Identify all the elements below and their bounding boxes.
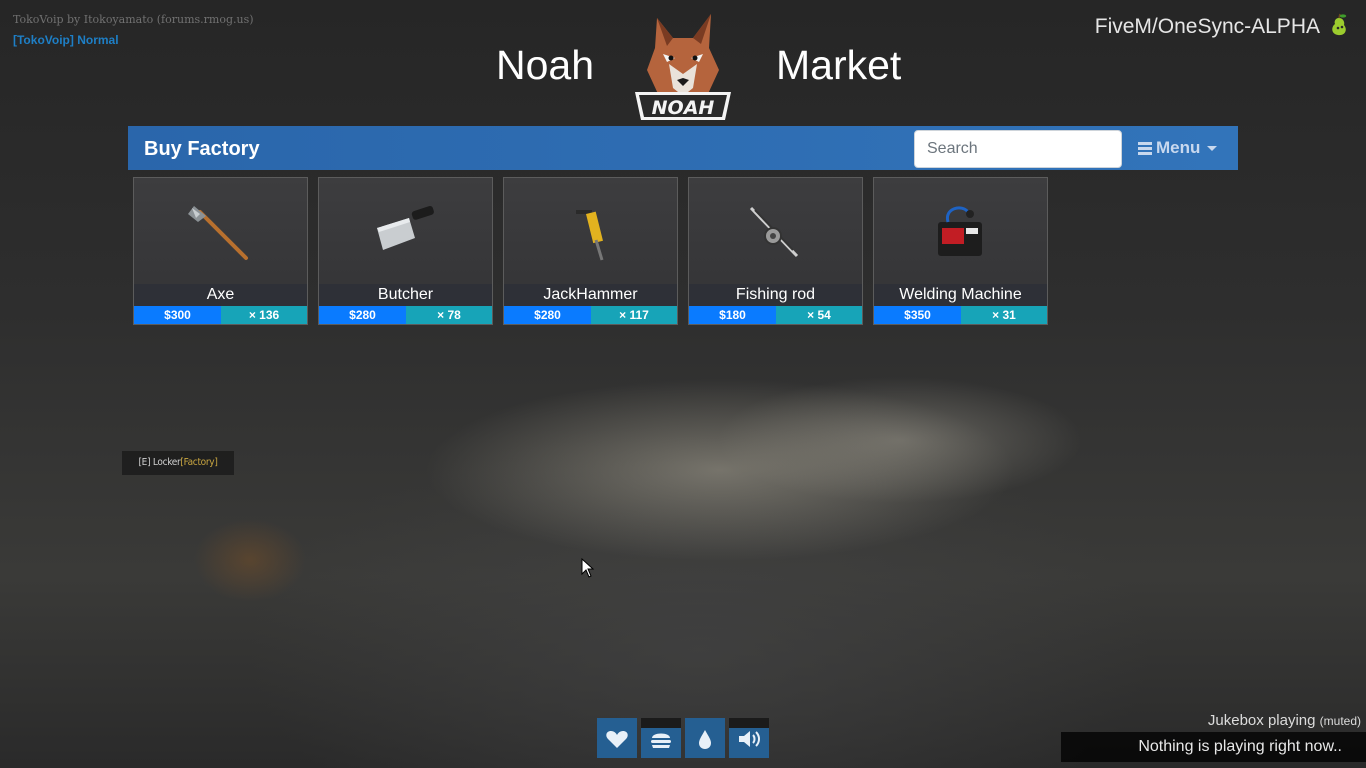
- locker-key: [E]: [138, 457, 151, 468]
- item-name: JackHammer: [504, 284, 677, 306]
- hunger-status: [641, 718, 681, 758]
- water-drop-icon: [699, 730, 711, 749]
- item-card-butcher[interactable]: Butcher $280 × 78: [318, 177, 493, 325]
- health-status: [597, 718, 637, 758]
- burger-icon: [651, 733, 671, 748]
- logo-text: NOAH: [652, 97, 715, 119]
- item-price-badge: $280: [319, 306, 406, 324]
- shop-toolbar: Buy Factory Menu: [128, 126, 1238, 170]
- fishing-rod-icon: [749, 206, 799, 258]
- voice-status: [729, 718, 769, 758]
- item-name: Axe: [134, 284, 307, 306]
- jackhammer-icon: [576, 210, 604, 261]
- market-title-right: Market: [776, 42, 902, 88]
- pear-icon: [1332, 13, 1347, 36]
- locker-tag-close: ]: [214, 457, 218, 468]
- voip-mode: [TokoVoip] Normal: [13, 33, 119, 47]
- heart-icon: [606, 731, 628, 748]
- cleaver-icon: [377, 205, 434, 250]
- search-input[interactable]: [914, 130, 1122, 168]
- menu-dropdown-button[interactable]: Menu: [1138, 138, 1218, 158]
- item-stock-badge: × 31: [961, 306, 1047, 324]
- jukebox-title: Jukebox playing: [1207, 712, 1316, 729]
- item-price-badge: $280: [504, 306, 591, 324]
- item-card-axe[interactable]: Axe $300 × 136: [133, 177, 308, 325]
- item-card-welding-machine[interactable]: Welding Machine $350 × 31: [873, 177, 1048, 325]
- voip-credit: TokoVoip by Itokoyamato (forums.rmog.us): [13, 13, 254, 26]
- item-name: Fishing rod: [689, 284, 862, 306]
- hamburger-icon: [1138, 140, 1152, 157]
- chevron-down-icon: [1207, 146, 1218, 152]
- locker-tag: Factory: [183, 457, 215, 468]
- item-card-fishing-rod[interactable]: Fishing rod $180 × 54: [688, 177, 863, 325]
- item-stock-badge: × 117: [591, 306, 677, 324]
- item-stock-badge: × 54: [776, 306, 862, 324]
- item-price-badge: $180: [689, 306, 776, 324]
- server-name: FiveM/OneSync-ALPHA: [1094, 15, 1320, 38]
- locker-prompt: [E] Locker[Factory]: [122, 451, 234, 475]
- item-stock-badge: × 136: [221, 306, 307, 324]
- locker-label: Locker: [152, 457, 181, 468]
- menu-label: Menu: [1156, 138, 1201, 157]
- speaker-icon: [739, 731, 760, 747]
- mouse-cursor-icon: [581, 558, 595, 578]
- jukebox-now-playing: Nothing is playing right now..: [1061, 732, 1366, 762]
- jukebox-muted: (muted): [1319, 714, 1361, 728]
- market-title-left: Noah: [496, 42, 595, 88]
- item-name: Welding Machine: [874, 284, 1047, 306]
- thirst-status: [685, 718, 725, 758]
- item-card-jackhammer[interactable]: JackHammer $280 × 117: [503, 177, 678, 325]
- item-price-badge: $350: [874, 306, 961, 324]
- item-name: Butcher: [319, 284, 492, 306]
- axe-icon: [188, 206, 248, 260]
- item-price-badge: $300: [134, 306, 221, 324]
- welding-machine-icon: [938, 206, 982, 256]
- item-stock-badge: × 78: [406, 306, 492, 324]
- shop-title: Buy Factory: [144, 138, 260, 160]
- wolf-logo: NOAH: [635, 14, 731, 120]
- jukebox-label: Jukebox playing (muted): [1208, 712, 1361, 729]
